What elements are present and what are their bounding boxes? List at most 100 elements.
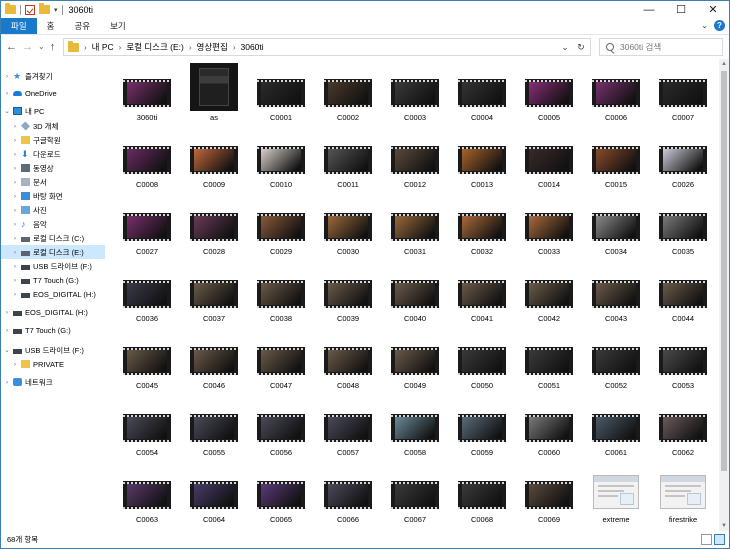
recent-locations-chevron-icon[interactable]: ⌄: [38, 42, 45, 51]
file-item[interactable]: 3060ti: [113, 63, 181, 127]
nav-item[interactable]: › EOS_DIGITAL (H:): [1, 287, 105, 301]
file-item[interactable]: C0010: [247, 130, 315, 194]
file-item[interactable]: C0038: [247, 264, 315, 328]
file-item[interactable]: C0002: [314, 63, 382, 127]
file-item[interactable]: C0051: [515, 331, 583, 395]
expand-chevron-icon[interactable]: ›: [3, 90, 11, 97]
file-item[interactable]: C0007: [649, 63, 717, 127]
file-item[interactable]: C0042: [515, 264, 583, 328]
file-item[interactable]: C0011: [314, 130, 382, 194]
search-box[interactable]: 3060ti 검색: [599, 38, 723, 56]
file-item[interactable]: C0027: [113, 197, 181, 261]
file-item[interactable]: C0033: [515, 197, 583, 261]
address-history-chevron-icon[interactable]: ⌄: [558, 42, 572, 53]
file-item[interactable]: C0014: [515, 130, 583, 194]
breadcrumb-drive-e[interactable]: 로컬 디스크 (E:): [126, 41, 184, 53]
file-item[interactable]: C0001: [247, 63, 315, 127]
file-item[interactable]: C0056: [247, 398, 315, 462]
expand-chevron-icon[interactable]: ›: [11, 165, 19, 172]
file-item[interactable]: C0004: [448, 63, 516, 127]
expand-chevron-icon[interactable]: ›: [3, 327, 11, 334]
file-item[interactable]: C0041: [448, 264, 516, 328]
nav-item[interactable]: › 로컬 디스크 (E:): [1, 245, 105, 259]
tab-file[interactable]: 파일: [1, 18, 37, 34]
expand-chevron-icon[interactable]: ›: [11, 221, 19, 228]
file-item[interactable]: C0015: [582, 130, 650, 194]
minimize-button[interactable]: —: [633, 1, 665, 18]
file-item[interactable]: C0044: [649, 264, 717, 328]
breadcrumb-separator-icon[interactable]: ›: [189, 43, 192, 52]
expand-chevron-icon[interactable]: ›: [11, 179, 19, 186]
breadcrumb-video-edit[interactable]: 영상편집: [197, 41, 228, 53]
file-item[interactable]: C0048: [314, 331, 382, 395]
file-item[interactable]: C0061: [582, 398, 650, 462]
nav-item[interactable]: › ⬇ 다운로드: [1, 147, 105, 161]
file-item[interactable]: C0069: [515, 465, 583, 529]
breadcrumb-separator-icon[interactable]: ›: [84, 43, 87, 52]
file-item[interactable]: C0055: [180, 398, 248, 462]
nav-item[interactable]: › 3D 개체: [1, 119, 105, 133]
nav-item[interactable]: › ♪ 음악: [1, 217, 105, 231]
nav-item[interactable]: › 네트워크: [1, 375, 105, 389]
file-item[interactable]: C0047: [247, 331, 315, 395]
address-bar[interactable]: › 내 PC › 로컬 디스크 (E:) › 영상편집 › 3060ti ⌄ ↻: [63, 38, 591, 56]
file-item[interactable]: C0065: [247, 465, 315, 529]
expand-chevron-icon[interactable]: ›: [11, 207, 19, 214]
file-item[interactable]: C0028: [180, 197, 248, 261]
file-item[interactable]: C0013: [448, 130, 516, 194]
nav-item[interactable]: › 동영상: [1, 161, 105, 175]
close-button[interactable]: ✕: [697, 1, 729, 18]
back-arrow-icon[interactable]: ←: [6, 41, 17, 53]
file-item[interactable]: C0006: [582, 63, 650, 127]
refresh-icon[interactable]: ↻: [574, 42, 588, 53]
expand-chevron-icon[interactable]: ›: [3, 309, 11, 316]
file-item[interactable]: C0063: [113, 465, 181, 529]
nav-item[interactable]: › 사진: [1, 203, 105, 217]
file-item[interactable]: C0057: [314, 398, 382, 462]
breadcrumb-separator-icon[interactable]: ›: [233, 43, 236, 52]
nav-item[interactable]: › ★ 즐겨찾기: [1, 69, 105, 83]
nav-item[interactable]: › USB 드라이브 (F:): [1, 259, 105, 273]
nav-item[interactable]: ⌄ USB 드라이브 (F:): [1, 343, 105, 357]
file-item[interactable]: C0031: [381, 197, 449, 261]
help-icon[interactable]: ?: [714, 20, 725, 31]
tab-view[interactable]: 보기: [100, 18, 136, 34]
file-item[interactable]: C0050: [448, 331, 516, 395]
expand-chevron-icon[interactable]: ›: [3, 73, 11, 80]
nav-item[interactable]: › PRIVATE: [1, 357, 105, 371]
file-item[interactable]: C0040: [381, 264, 449, 328]
details-view-icon[interactable]: [701, 534, 712, 545]
file-item[interactable]: extreme: [582, 465, 650, 529]
file-item[interactable]: C0060: [515, 398, 583, 462]
expand-chevron-icon[interactable]: ›: [11, 193, 19, 200]
file-item[interactable]: C0035: [649, 197, 717, 261]
expand-chevron-icon[interactable]: ›: [11, 263, 19, 270]
file-item[interactable]: C0026: [649, 130, 717, 194]
breadcrumb-current[interactable]: 3060ti: [241, 42, 264, 52]
file-item[interactable]: C0034: [582, 197, 650, 261]
expand-chevron-icon[interactable]: ›: [11, 235, 19, 242]
scroll-down-icon[interactable]: ▼: [719, 521, 729, 531]
file-item[interactable]: C0052: [582, 331, 650, 395]
nav-item[interactable]: › 구글학원: [1, 133, 105, 147]
file-item[interactable]: C0059: [448, 398, 516, 462]
file-item[interactable]: C0005: [515, 63, 583, 127]
collapse-chevron-icon[interactable]: ⌄: [3, 107, 11, 115]
expand-chevron-icon[interactable]: ›: [3, 379, 11, 386]
file-item[interactable]: C0003: [381, 63, 449, 127]
scroll-up-icon[interactable]: ▲: [719, 59, 729, 69]
new-folder-icon[interactable]: [39, 3, 50, 14]
vertical-scrollbar[interactable]: ▲ ▼: [719, 59, 729, 531]
file-item[interactable]: C0045: [113, 331, 181, 395]
collapse-chevron-icon[interactable]: ⌄: [3, 346, 11, 354]
expand-chevron-icon[interactable]: ›: [11, 277, 19, 284]
file-item[interactable]: C0008: [113, 130, 181, 194]
file-item[interactable]: C0012: [381, 130, 449, 194]
expand-chevron-icon[interactable]: ›: [11, 361, 19, 368]
file-item[interactable]: firestrike: [649, 465, 717, 529]
breadcrumb-separator-icon[interactable]: ›: [119, 43, 122, 52]
expand-chevron-icon[interactable]: ›: [11, 249, 19, 256]
maximize-button[interactable]: ☐: [665, 1, 697, 18]
customize-toolbar-icon[interactable]: ▾: [54, 6, 58, 14]
file-item[interactable]: as: [180, 63, 248, 127]
